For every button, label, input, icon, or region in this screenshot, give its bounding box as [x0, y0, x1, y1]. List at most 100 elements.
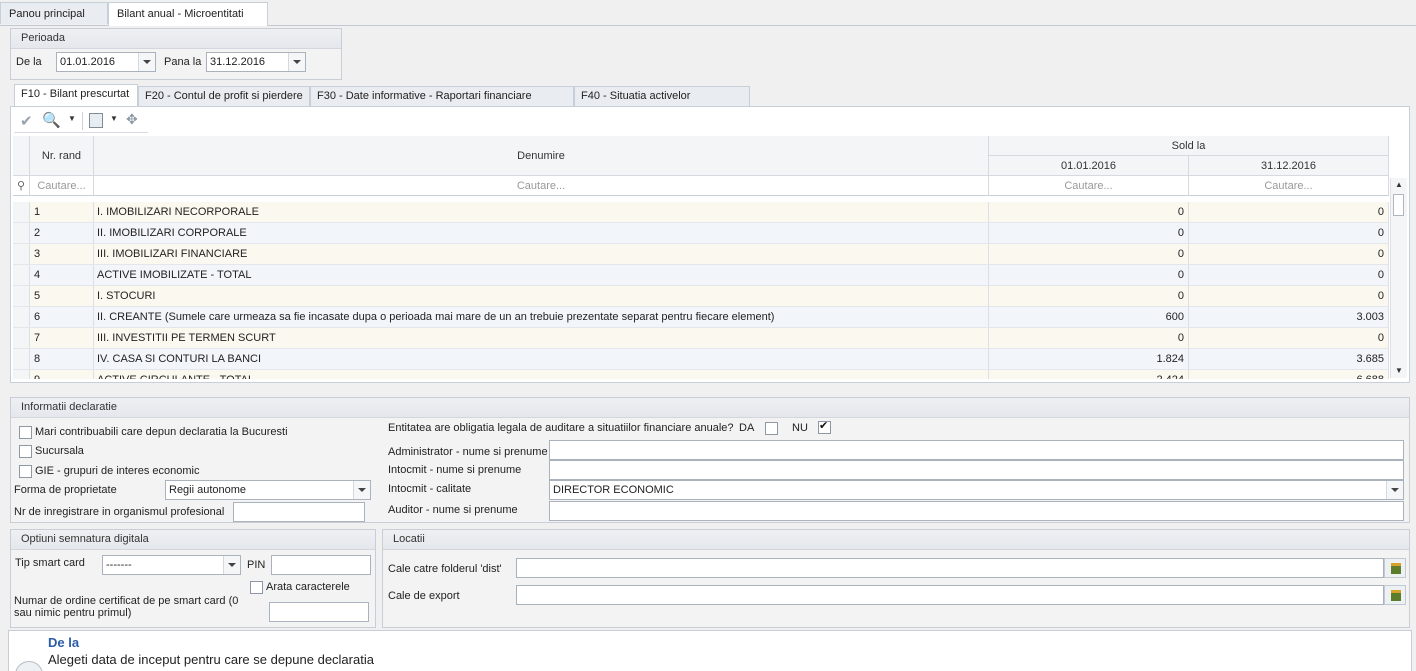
- pin-input[interactable]: [271, 555, 371, 575]
- show-characters-checkbox[interactable]: [250, 581, 263, 594]
- chevron-down-icon[interactable]: ▼: [68, 114, 76, 123]
- dist-folder-input[interactable]: [516, 558, 1384, 578]
- sucursala-checkbox[interactable]: [19, 445, 32, 458]
- cell-denumire[interactable]: III. INVESTITII PE TERMEN SCURT: [94, 328, 989, 348]
- cell-nr[interactable]: 7: [30, 328, 94, 348]
- chevron-down-icon[interactable]: [353, 481, 370, 499]
- cell-denumire[interactable]: ACTIVE IMOBILIZATE - TOTAL: [94, 265, 989, 285]
- col-header-denumire[interactable]: Denumire: [94, 136, 989, 176]
- intocmit-calitate-select[interactable]: DIRECTOR ECONOMIC: [549, 480, 1404, 500]
- table-row[interactable]: 6 II. CREANTE (Sumele care urmeaza sa fie…: [13, 307, 1389, 328]
- cell-denumire[interactable]: II. CREANTE (Sumele care urmeaza sa fie …: [94, 307, 989, 327]
- nr-inregistrare-input[interactable]: [233, 502, 365, 522]
- cell-nr[interactable]: 2: [30, 223, 94, 243]
- to-date-picker[interactable]: 31.12.2016: [206, 52, 306, 72]
- cell-nr[interactable]: 9: [30, 370, 94, 379]
- filter-denumire[interactable]: Cautare...: [94, 176, 989, 196]
- audit-da-checkbox[interactable]: [765, 422, 778, 435]
- chevron-down-icon[interactable]: [288, 53, 305, 71]
- table-row[interactable]: 5 I. STOCURI 0 0: [13, 286, 1389, 307]
- cell-sold-start[interactable]: 0: [989, 328, 1189, 348]
- col-header-nr[interactable]: Nr. rand: [30, 136, 94, 176]
- row-indicator[interactable]: [13, 286, 30, 306]
- administrator-input[interactable]: [549, 440, 1404, 460]
- table-row[interactable]: 3 III. IMOBILIZARI FINANCIARE 0 0: [13, 244, 1389, 265]
- cell-sold-start[interactable]: 0: [989, 286, 1189, 306]
- cell-denumire[interactable]: II. IMOBILIZARI CORPORALE: [94, 223, 989, 243]
- tab-f30[interactable]: F30 - Date informative - Raportari finan…: [310, 86, 574, 121]
- cell-sold-start[interactable]: 0: [989, 223, 1189, 243]
- row-indicator[interactable]: [13, 328, 30, 348]
- from-date-picker[interactable]: 01.01.2016: [56, 52, 156, 72]
- auditor-input[interactable]: [549, 501, 1404, 521]
- audit-nu-checkbox[interactable]: [818, 419, 831, 434]
- cell-denumire[interactable]: IV. CASA SI CONTURI LA BANCI: [94, 349, 989, 369]
- table-row[interactable]: 1 I. IMOBILIZARI NECORPORALE 0 0: [13, 202, 1389, 223]
- cell-sold-end[interactable]: 0: [1189, 202, 1389, 222]
- gie-checkbox[interactable]: [19, 465, 32, 478]
- table-row[interactable]: 7 III. INVESTITII PE TERMEN SCURT 0 0: [13, 328, 1389, 349]
- col-header-date1[interactable]: 01.01.2016: [989, 156, 1189, 176]
- cell-sold-end[interactable]: 0: [1189, 223, 1389, 243]
- chevron-down-icon[interactable]: [138, 53, 155, 71]
- browse-dist-button[interactable]: [1384, 558, 1406, 578]
- scroll-thumb[interactable]: [1393, 194, 1404, 216]
- intocmit-nume-input[interactable]: [549, 460, 1404, 480]
- row-indicator[interactable]: [13, 202, 30, 222]
- cell-nr[interactable]: 3: [30, 244, 94, 264]
- filter-nr[interactable]: Cautare...: [30, 176, 94, 196]
- filter-date1[interactable]: Cautare...: [989, 176, 1189, 196]
- move-icon[interactable]: ✥: [126, 111, 138, 128]
- chevron-down-icon[interactable]: ▼: [110, 114, 118, 123]
- export-path-input[interactable]: [516, 585, 1384, 605]
- smart-card-type-select[interactable]: -------: [102, 555, 241, 575]
- forma-proprietate-select[interactable]: Regii autonome: [165, 480, 371, 500]
- cell-nr[interactable]: 5: [30, 286, 94, 306]
- col-header-date2[interactable]: 31.12.2016: [1189, 156, 1389, 176]
- row-indicator[interactable]: [13, 223, 30, 243]
- filter-date2[interactable]: Cautare...: [1189, 176, 1389, 196]
- table-row[interactable]: 9ACTIVE CIRCULANTE - TOTAL2.4246.688: [13, 370, 1389, 379]
- cell-sold-start[interactable]: 1.824: [989, 349, 1189, 369]
- certificate-order-input[interactable]: [269, 602, 369, 622]
- cell-nr[interactable]: 1: [30, 202, 94, 222]
- row-indicator[interactable]: [13, 370, 30, 379]
- cell-sold-start[interactable]: 600: [989, 307, 1189, 327]
- mari-contribuabili-checkbox[interactable]: [19, 426, 32, 439]
- tab-f10[interactable]: F10 - Bilant prescurtat: [14, 84, 138, 107]
- cell-sold-end[interactable]: 3.685: [1189, 349, 1389, 369]
- browse-export-button[interactable]: [1384, 585, 1406, 605]
- cell-nr[interactable]: 8: [30, 349, 94, 369]
- table-row[interactable]: 4 ACTIVE IMOBILIZATE - TOTAL 0 0: [13, 265, 1389, 286]
- cell-denumire[interactable]: ACTIVE CIRCULANTE - TOTAL: [94, 370, 989, 379]
- cell-sold-end[interactable]: 0: [1189, 265, 1389, 285]
- tab-panou-principal[interactable]: Panou principal: [0, 2, 108, 24]
- cell-sold-start[interactable]: 0: [989, 265, 1189, 285]
- scroll-up-icon[interactable]: ▲: [1395, 180, 1403, 189]
- cell-denumire[interactable]: I. STOCURI: [94, 286, 989, 306]
- row-indicator[interactable]: [13, 265, 30, 285]
- cell-sold-start[interactable]: 2.424: [989, 370, 1189, 379]
- cell-sold-end[interactable]: 6.688: [1189, 370, 1389, 379]
- row-indicator[interactable]: [13, 349, 30, 369]
- zoom-icon[interactable]: 🔍: [42, 111, 61, 129]
- vertical-scrollbar[interactable]: ▲ ▼: [1390, 178, 1407, 378]
- check-icon[interactable]: ✔: [20, 112, 33, 130]
- export-icon[interactable]: [89, 113, 103, 128]
- row-indicator[interactable]: [13, 244, 30, 264]
- tab-f20[interactable]: F20 - Contul de profit si pierdere: [138, 86, 310, 106]
- cell-sold-end[interactable]: 0: [1189, 244, 1389, 264]
- cell-sold-end[interactable]: 0: [1189, 286, 1389, 306]
- tab-bilant-anual[interactable]: Bilant anual - Microentitati✕: [108, 2, 268, 43]
- cell-sold-start[interactable]: 0: [989, 202, 1189, 222]
- row-indicator[interactable]: [13, 307, 30, 327]
- cell-sold-start[interactable]: 0: [989, 244, 1189, 264]
- cell-nr[interactable]: 6: [30, 307, 94, 327]
- scroll-down-icon[interactable]: ▼: [1395, 366, 1403, 375]
- chevron-down-icon[interactable]: [1386, 481, 1403, 499]
- cell-denumire[interactable]: I. IMOBILIZARI NECORPORALE: [94, 202, 989, 222]
- tab-f40[interactable]: F40 - Situatia activelor imobilizate: [574, 86, 750, 121]
- table-row[interactable]: 2 II. IMOBILIZARI CORPORALE 0 0: [13, 223, 1389, 244]
- cell-denumire[interactable]: III. IMOBILIZARI FINANCIARE: [94, 244, 989, 264]
- cell-sold-end[interactable]: 3.003: [1189, 307, 1389, 327]
